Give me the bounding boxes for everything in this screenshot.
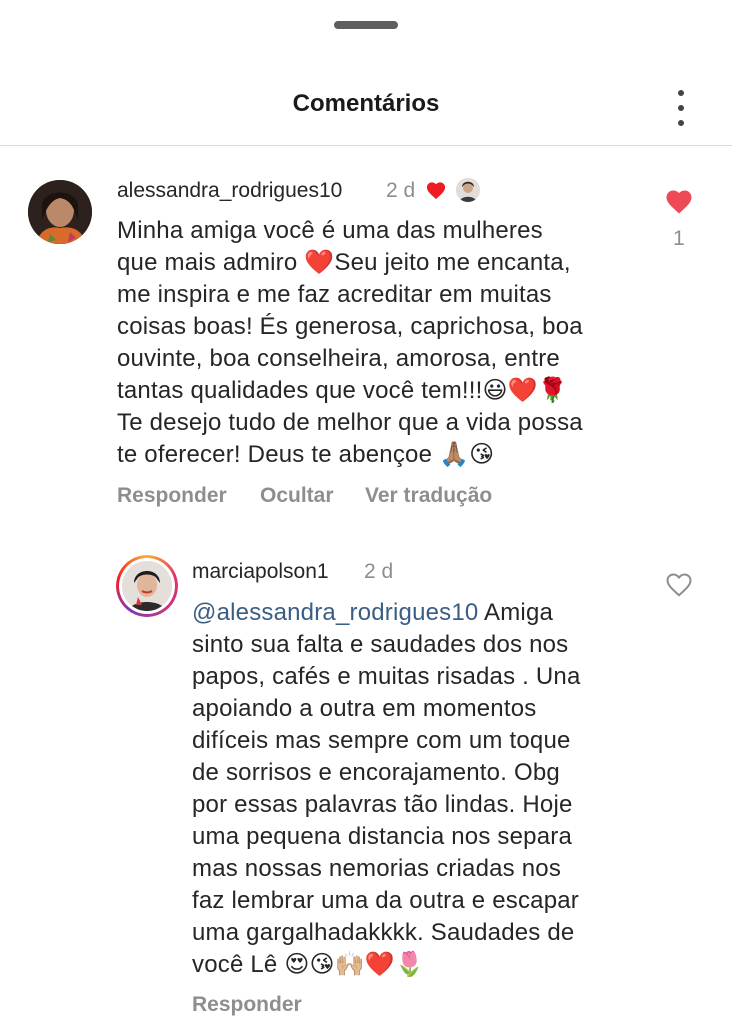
reply-text-body: Amiga sinto sua falta e saudades dos nos… [192, 599, 581, 978]
reply-username[interactable]: marciapolson1 [192, 560, 329, 584]
more-options-icon[interactable] [668, 90, 694, 126]
reply-button[interactable]: Responder [192, 993, 302, 1017]
translate-button[interactable]: Ver tradução [365, 484, 492, 508]
creator-avatar-icon [456, 178, 480, 202]
comment-text: Minha amiga você é uma das mulheres que … [117, 217, 583, 468]
reply-button[interactable]: Responder [117, 484, 227, 508]
like-heart-outline-icon[interactable] [664, 570, 694, 598]
reply-text: @alessandra_rodrigues10 Amiga sinto sua … [192, 597, 662, 981]
avatar[interactable] [28, 180, 92, 244]
header-divider [0, 145, 732, 146]
reply-time: 2 d [364, 560, 394, 583]
avatar[interactable] [116, 555, 178, 617]
like-heart-icon[interactable] [664, 187, 694, 215]
page-title: Comentários [292, 90, 440, 117]
hide-button[interactable]: Ocultar [260, 484, 334, 508]
drag-handle[interactable] [334, 21, 398, 29]
comment-time: 2 d [386, 179, 416, 202]
mention-link[interactable]: @alessandra_rodrigues10 [192, 599, 478, 626]
comments-sheet: Comentários alessandra_rodrigues10 2 d M… [0, 0, 732, 1024]
comment-username[interactable]: alessandra_rodrigues10 [117, 179, 342, 203]
creator-liked-heart-icon [425, 180, 447, 200]
like-count: 1 [673, 227, 685, 250]
